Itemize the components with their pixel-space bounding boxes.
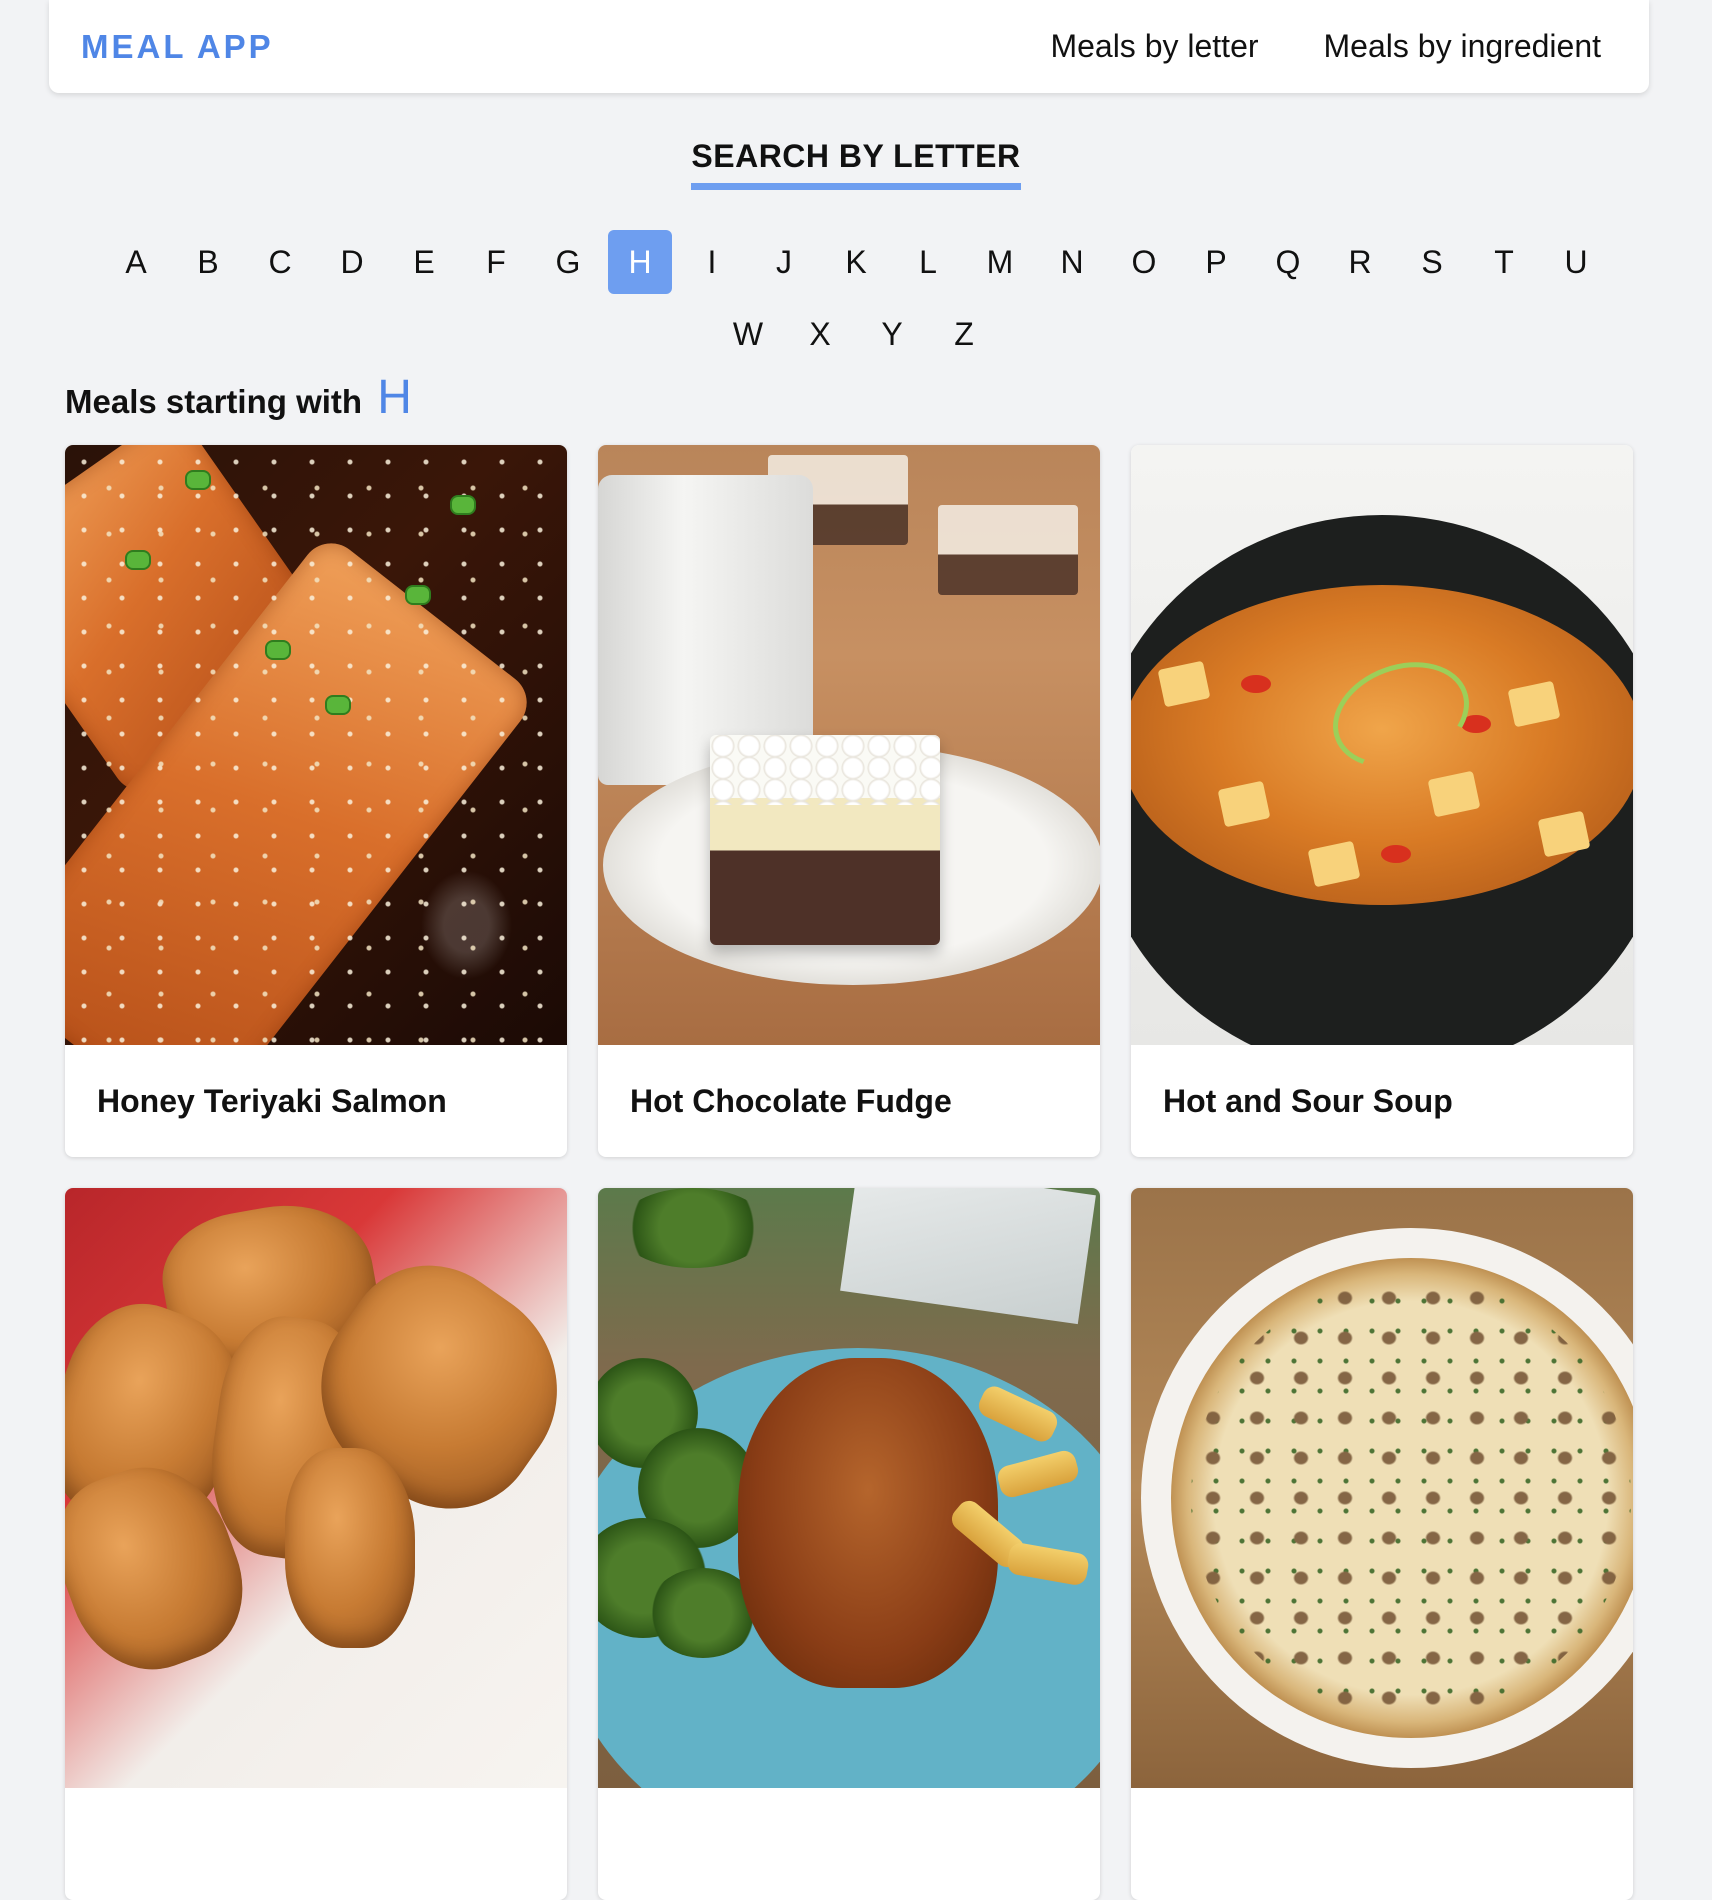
chili-slice: [1241, 675, 1271, 693]
meal-title[interactable]: Honey Teriyaki Salmon: [65, 1045, 567, 1157]
meal-card[interactable]: [598, 1188, 1100, 1900]
main-nav: Meals by letter Meals by ingredient: [1050, 0, 1601, 93]
meal-title[interactable]: [598, 1788, 1100, 1900]
letter-f[interactable]: F: [464, 230, 528, 294]
letter-d[interactable]: D: [320, 230, 384, 294]
chili-slice: [1381, 845, 1411, 863]
letter-r[interactable]: R: [1328, 230, 1392, 294]
scallion: [125, 550, 151, 570]
napkin: [840, 1188, 1096, 1325]
letter-row-2: WXYZ: [0, 302, 1712, 366]
scallion: [185, 470, 211, 490]
letter-u[interactable]: U: [1544, 230, 1608, 294]
results-heading: Meals starting with H: [65, 370, 412, 425]
scallion: [265, 640, 291, 660]
meal-image-tart[interactable]: [1131, 1188, 1633, 1788]
scallion: [325, 695, 351, 715]
meal-card[interactable]: Hot and Sour Soup: [1131, 445, 1633, 1157]
nav-meals-by-ingredient[interactable]: Meals by ingredient: [1324, 28, 1601, 65]
letter-k[interactable]: K: [824, 230, 888, 294]
dough-piece: [285, 1448, 415, 1648]
letter-y[interactable]: Y: [860, 302, 924, 366]
meal-image-salmon[interactable]: [65, 445, 567, 1045]
letter-b[interactable]: B: [176, 230, 240, 294]
letter-w[interactable]: W: [716, 302, 780, 366]
broccoli-floret: [618, 1188, 768, 1268]
results-heading-text: Meals starting with: [65, 383, 363, 420]
letter-c[interactable]: C: [248, 230, 312, 294]
sesame-seeds: [65, 445, 567, 1045]
letter-i[interactable]: I: [680, 230, 744, 294]
meal-title[interactable]: Hot and Sour Soup: [1131, 1045, 1633, 1157]
letter-l[interactable]: L: [896, 230, 960, 294]
scallion: [450, 495, 476, 515]
top-navbar: MEAL APP Meals by letter Meals by ingred…: [49, 0, 1649, 93]
meal-image-soup[interactable]: [1131, 445, 1633, 1045]
letter-row-1: ABCDEFGHIJKLMNOPQRSTU: [0, 230, 1712, 294]
brand-logo-link[interactable]: MEAL APP: [81, 0, 274, 93]
meal-card[interactable]: Hot Chocolate Fudge: [598, 445, 1100, 1157]
meal-card[interactable]: [1131, 1188, 1633, 1900]
nav-meals-by-letter[interactable]: Meals by letter: [1050, 28, 1258, 65]
letter-g[interactable]: G: [536, 230, 600, 294]
letter-q[interactable]: Q: [1256, 230, 1320, 294]
letter-t[interactable]: T: [1472, 230, 1536, 294]
letter-selector: ABCDEFGHIJKLMNOPQRSTU WXYZ: [0, 230, 1712, 374]
letter-x[interactable]: X: [788, 302, 852, 366]
results-heading-letter: H: [377, 371, 412, 424]
meal-title[interactable]: Hot Chocolate Fudge: [598, 1045, 1100, 1157]
meal-title[interactable]: [65, 1788, 567, 1900]
meal-card[interactable]: [65, 1188, 567, 1900]
meal-card[interactable]: Honey Teriyaki Salmon: [65, 445, 567, 1157]
walnut-topping: [1191, 1278, 1631, 1718]
letter-m[interactable]: M: [968, 230, 1032, 294]
meal-image-fried-dough[interactable]: [65, 1188, 567, 1788]
letter-j[interactable]: J: [752, 230, 816, 294]
letter-p[interactable]: P: [1184, 230, 1248, 294]
meal-image-chicken[interactable]: [598, 1188, 1100, 1788]
letter-n[interactable]: N: [1040, 230, 1104, 294]
meal-title[interactable]: [1131, 1788, 1633, 1900]
search-by-letter-title: SEARCH BY LETTER: [691, 138, 1021, 190]
meal-image-fudge[interactable]: [598, 445, 1100, 1045]
letter-o[interactable]: O: [1112, 230, 1176, 294]
letter-a[interactable]: A: [104, 230, 168, 294]
scallion: [405, 585, 431, 605]
marshmallows: [710, 735, 940, 805]
background-fudge: [938, 505, 1078, 595]
section-title-wrapper: SEARCH BY LETTER: [0, 138, 1712, 190]
letter-h[interactable]: H: [608, 230, 672, 294]
letter-e[interactable]: E: [392, 230, 456, 294]
letter-s[interactable]: S: [1400, 230, 1464, 294]
letter-z[interactable]: Z: [932, 302, 996, 366]
